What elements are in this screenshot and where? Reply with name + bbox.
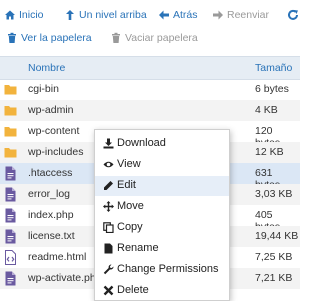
file-icon xyxy=(5,187,16,202)
file-icon xyxy=(5,166,16,181)
folder-icon xyxy=(4,127,17,137)
file-name: readme.html xyxy=(28,251,87,263)
back-button[interactable]: Atrás xyxy=(158,9,198,21)
copy-icon xyxy=(103,222,114,233)
back-label: Atrás xyxy=(173,8,198,21)
menu-item-label: Copy xyxy=(117,221,143,233)
menu-item-download[interactable]: Download xyxy=(95,134,229,154)
context-menu: Download View Edit Move Copy Rename Chan… xyxy=(94,129,230,301)
menu-item-change-permissions[interactable]: Change Permissions xyxy=(95,260,229,280)
arrow-right-icon xyxy=(213,10,223,19)
file-size: 4 KB xyxy=(255,104,278,116)
trash-icon xyxy=(8,32,16,43)
table-row[interactable]: wp-admin 4 KB xyxy=(0,100,300,121)
arrow-left-icon xyxy=(159,10,169,19)
table-row[interactable]: cgi-bin 6 bytes xyxy=(0,79,300,100)
menu-item-move[interactable]: Move xyxy=(95,197,229,217)
menu-item-label: Move xyxy=(117,200,144,212)
download-icon xyxy=(103,138,114,149)
file-size: 7,21 KB xyxy=(255,272,293,284)
file-icon xyxy=(5,229,16,244)
menu-item-label: Delete xyxy=(117,284,149,296)
folder-icon xyxy=(4,106,17,116)
arrow-up-icon xyxy=(66,9,74,20)
eye-icon xyxy=(103,161,114,168)
move-icon xyxy=(103,201,114,212)
up-level-button[interactable]: Un nivel arriba xyxy=(64,9,147,21)
menu-item-rename[interactable]: Rename xyxy=(95,239,229,259)
file-name: error_log xyxy=(28,188,71,200)
forward-button[interactable]: Reenviar xyxy=(212,9,269,21)
close-icon xyxy=(103,285,114,296)
html-file-icon xyxy=(5,250,16,265)
menu-item-label: Download xyxy=(117,137,166,149)
toolbar-navigation: Inicio Un nivel arriba Atrás Reenviar xyxy=(0,2,300,27)
file-size: 3,03 KB xyxy=(255,188,293,200)
reload-button[interactable] xyxy=(287,9,302,21)
file-size: 12 KB xyxy=(255,146,284,158)
file-size: 7,25 KB xyxy=(255,251,293,263)
up-level-label: Un nivel arriba xyxy=(79,8,147,21)
menu-item-label: Edit xyxy=(117,179,136,191)
empty-trash-label: Vaciar papelera xyxy=(125,31,198,44)
pencil-icon xyxy=(104,181,113,190)
trash-icon xyxy=(112,32,120,43)
file-table: Nombre Tamaño cgi-bin 6 bytes wp-admin 4 KB… xyxy=(0,56,300,289)
file-size: 6 bytes xyxy=(255,83,289,95)
show-trash-button[interactable]: Ver la papelera xyxy=(6,32,92,44)
show-trash-label: Ver la papelera xyxy=(21,31,92,44)
rename-icon xyxy=(104,243,113,254)
menu-item-delete[interactable]: Delete xyxy=(95,281,229,301)
menu-item-view[interactable]: View xyxy=(95,155,229,175)
file-name: cgi-bin xyxy=(28,83,59,95)
home-button[interactable]: Inicio xyxy=(4,9,44,21)
forward-label: Reenviar xyxy=(227,8,270,21)
file-name: index.php xyxy=(28,209,74,221)
menu-item-label: View xyxy=(117,158,141,170)
toolbar-trash: Ver la papelera Vaciar papelera xyxy=(0,25,300,50)
home-icon xyxy=(5,10,15,19)
file-name: wp-admin xyxy=(28,104,74,116)
file-name: wp-includes xyxy=(28,146,84,158)
file-icon xyxy=(5,271,16,286)
folder-icon xyxy=(4,85,17,95)
file-name: .htaccess xyxy=(28,167,73,179)
reload-icon xyxy=(288,9,298,20)
column-header-size[interactable]: Tamaño xyxy=(255,62,292,74)
file-name: wp-activate.php xyxy=(28,272,102,284)
file-size: 19,44 KB xyxy=(255,230,299,242)
empty-trash-button[interactable]: Vaciar papelera xyxy=(110,32,198,44)
home-label: Inicio xyxy=(19,8,44,21)
wrench-icon xyxy=(103,264,114,275)
menu-item-label: Rename xyxy=(117,242,159,254)
file-name: wp-content xyxy=(28,125,80,137)
menu-item-edit[interactable]: Edit xyxy=(95,176,229,196)
menu-item-label: Change Permissions xyxy=(117,263,219,275)
table-header: Nombre Tamaño xyxy=(0,56,300,80)
file-icon xyxy=(5,208,16,223)
menu-item-copy[interactable]: Copy xyxy=(95,218,229,238)
column-header-name[interactable]: Nombre xyxy=(28,62,65,74)
folder-icon xyxy=(4,148,17,158)
file-name: license.txt xyxy=(28,230,75,242)
